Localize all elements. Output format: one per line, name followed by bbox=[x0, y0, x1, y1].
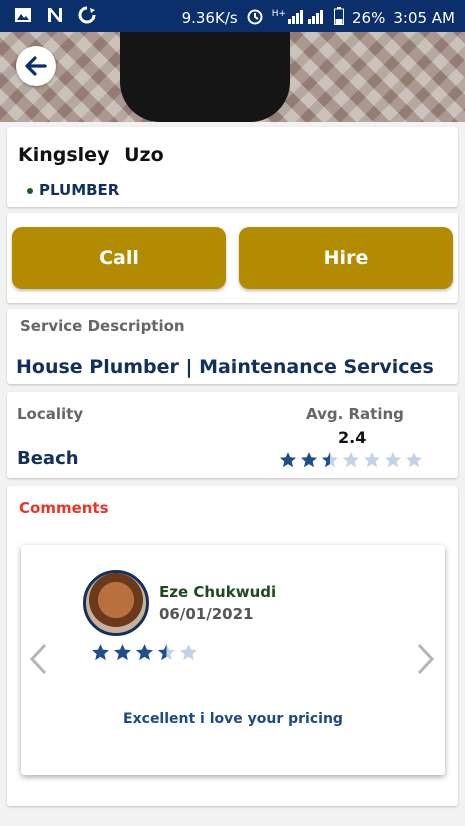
star-icon bbox=[321, 452, 339, 468]
comments-label: Comments bbox=[19, 499, 109, 517]
bullet-icon bbox=[27, 187, 33, 194]
profile-photo bbox=[0, 32, 465, 122]
call-button[interactable]: Call bbox=[12, 227, 226, 289]
commenter-name: Eze Chukwudi bbox=[159, 583, 277, 601]
chevron-left-icon[interactable] bbox=[27, 642, 49, 680]
star-icon bbox=[300, 452, 318, 468]
comment-date: 06/01/2021 bbox=[159, 605, 254, 623]
person-silhouette bbox=[120, 32, 290, 122]
details-card: Locality Beach Avg. Rating 2.4 bbox=[7, 392, 458, 478]
alarm-icon bbox=[246, 7, 264, 29]
service-card: Service Description House Plumber | Main… bbox=[7, 309, 458, 384]
worker-role: PLUMBER bbox=[27, 181, 119, 199]
star-icon bbox=[279, 452, 297, 468]
image-icon bbox=[14, 6, 32, 24]
last-name: Uzo bbox=[124, 144, 164, 166]
service-value: House Plumber | Maintenance Services bbox=[16, 356, 434, 378]
profile-card: Kingsley Uzo PLUMBER bbox=[7, 127, 458, 207]
role-label: PLUMBER bbox=[39, 181, 120, 199]
star-icon bbox=[363, 452, 381, 468]
star-icon bbox=[342, 452, 360, 468]
battery-icon bbox=[334, 7, 344, 29]
locality-value: Beach bbox=[17, 448, 79, 469]
comment-item: Eze Chukwudi 06/01/2021 Excellent i love… bbox=[21, 545, 445, 775]
n-icon bbox=[46, 6, 64, 24]
worker-name: Kingsley Uzo bbox=[18, 144, 164, 166]
star-icon bbox=[405, 452, 423, 468]
network-speed: 9.36K/s bbox=[181, 9, 238, 27]
first-name: Kingsley bbox=[18, 144, 110, 166]
locality-label: Locality bbox=[17, 405, 84, 423]
chevron-right-icon[interactable] bbox=[415, 642, 437, 680]
sync-icon bbox=[78, 6, 96, 24]
star-icon bbox=[384, 452, 402, 468]
comment-rating-stars bbox=[91, 643, 198, 662]
star-icon bbox=[135, 644, 154, 661]
service-label: Service Description bbox=[20, 317, 185, 335]
star-icon bbox=[179, 644, 198, 661]
signal-icon bbox=[288, 8, 326, 28]
avatar bbox=[83, 570, 149, 636]
star-icon bbox=[113, 644, 132, 661]
status-bar: 9.36K/s H+ 26% 3:05 AM bbox=[0, 0, 465, 32]
clock: 3:05 AM bbox=[393, 9, 455, 27]
hire-button[interactable]: Hire bbox=[239, 227, 453, 289]
network-type: H+ bbox=[271, 9, 286, 19]
rating-value: 2.4 bbox=[338, 428, 367, 447]
battery-percent: 26% bbox=[352, 9, 386, 27]
arrow-left-icon bbox=[25, 56, 47, 76]
star-icon bbox=[91, 644, 110, 661]
star-icon bbox=[157, 644, 176, 661]
rating-label: Avg. Rating bbox=[306, 405, 404, 423]
back-button[interactable] bbox=[16, 46, 56, 86]
comment-text: Excellent i love your pricing bbox=[123, 711, 343, 727]
average-rating-stars bbox=[279, 451, 423, 469]
